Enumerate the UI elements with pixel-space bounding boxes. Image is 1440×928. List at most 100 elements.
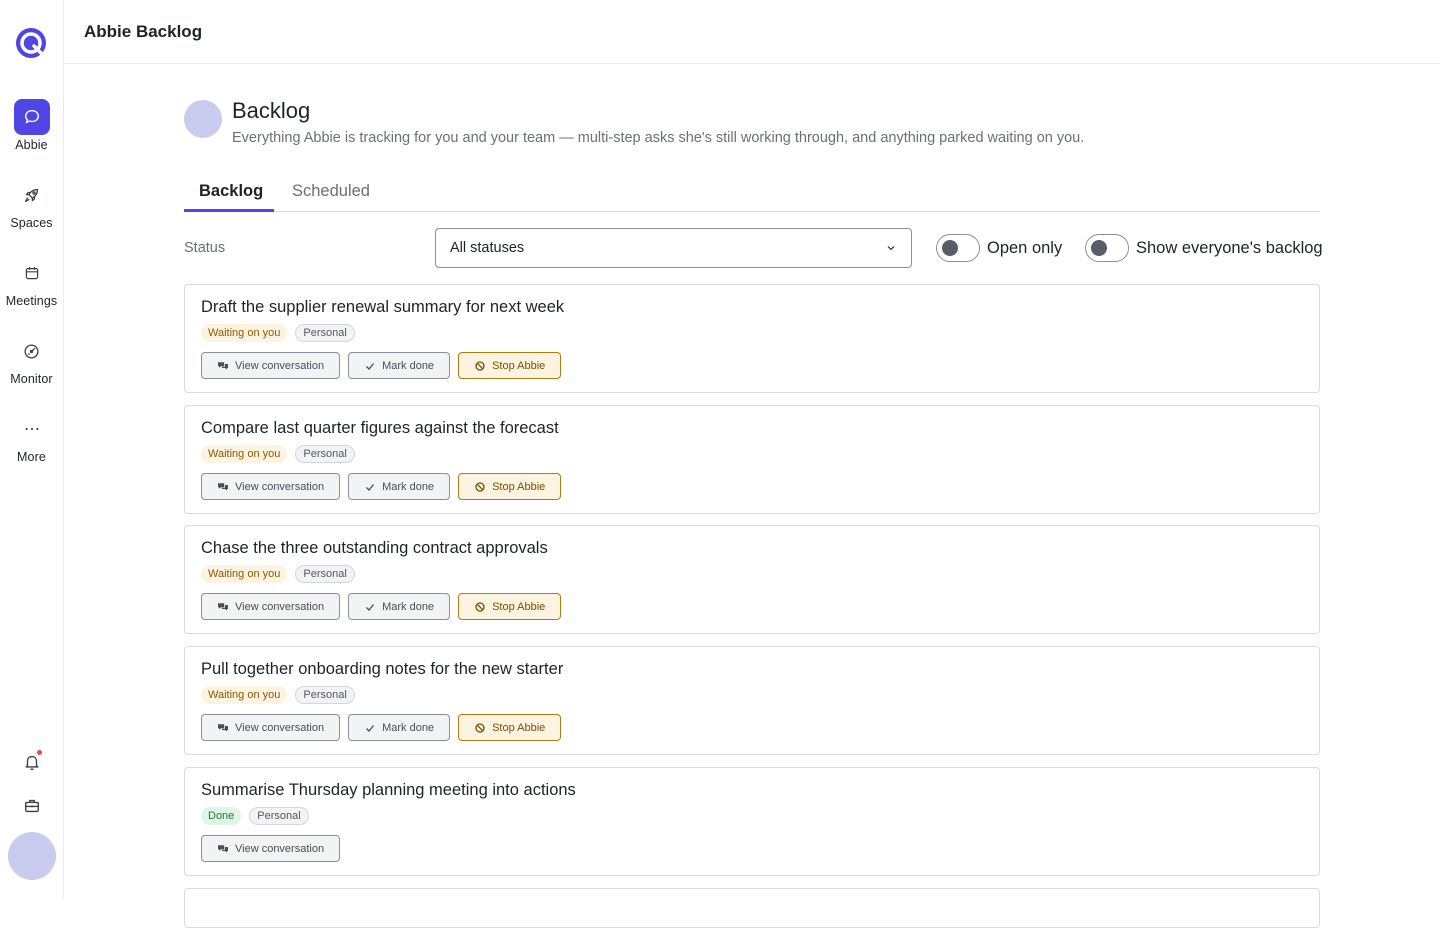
mark-done-button[interactable]: Mark done: [348, 473, 451, 500]
mark-done-button[interactable]: Mark done: [348, 352, 451, 379]
status-badge: Waiting on you: [201, 324, 288, 342]
sidebar: Abbie Spaces Meetings Monitor More: [0, 0, 64, 900]
chat-bubble-icon: [13, 99, 50, 135]
app-logo-icon[interactable]: [14, 26, 50, 62]
sidebar-item-abbie[interactable]: Abbie: [0, 99, 63, 163]
status-badge: Done: [201, 807, 242, 825]
button-label: Mark done: [382, 359, 435, 372]
tab-scheduled[interactable]: Scheduled: [292, 182, 370, 201]
view-conversation-button[interactable]: View conversation: [201, 352, 341, 379]
chat-bubbles-icon: [218, 723, 228, 731]
task-card: Summarise Thursday planning meeting into…: [184, 767, 1320, 876]
user-avatar[interactable]: [8, 832, 56, 880]
button-label: Stop Abbie: [492, 359, 546, 372]
filter-row: Status All statuses Open only Show every…: [184, 228, 1323, 268]
view-conversation-button[interactable]: View conversation: [201, 835, 341, 862]
stop-abbie-button[interactable]: Stop Abbie: [458, 714, 562, 741]
abbie-avatar: [184, 100, 222, 138]
button-label: View conversation: [235, 842, 325, 855]
task-actions: View conversation Mark done Stop Abbie: [201, 473, 562, 500]
toggle-switch[interactable]: [936, 234, 980, 262]
status-select[interactable]: All statuses: [435, 228, 912, 268]
chat-bubbles-icon: [218, 844, 228, 852]
ellipsis-icon: [14, 411, 50, 447]
scope-badge: Personal: [295, 686, 355, 704]
button-label: View conversation: [235, 480, 325, 493]
top-bar: Abbie Backlog: [64, 0, 1440, 64]
task-actions: View conversation Mark done Stop Abbie: [201, 593, 562, 620]
sidebar-item-label: More: [17, 450, 46, 464]
page-title: Backlog: [232, 98, 311, 123]
check-icon: [366, 603, 375, 611]
toggle-knob: [1091, 240, 1107, 256]
toggle-switch[interactable]: [1085, 234, 1129, 262]
show-everyone-label: Show everyone's backlog: [1136, 238, 1323, 257]
sidebar-item-meetings[interactable]: Meetings: [0, 255, 63, 319]
chat-bubbles-icon: [218, 361, 228, 369]
button-label: View conversation: [235, 721, 325, 734]
scope-badge: Personal: [295, 565, 355, 583]
task-actions: View conversation Mark done Stop Abbie: [201, 714, 562, 741]
open-only-label: Open only: [987, 238, 1063, 257]
bell-icon[interactable]: [18, 748, 46, 776]
task-card: Draft the supplier renewal summary for n…: [184, 284, 1320, 393]
button-label: View conversation: [235, 600, 325, 613]
sidebar-item-label: Meetings: [5, 294, 58, 308]
button-label: Mark done: [382, 721, 435, 734]
task-title: Summarise Thursday planning meeting into…: [201, 781, 576, 799]
notification-dot: [37, 750, 42, 755]
status-filter-label: Status: [184, 240, 226, 256]
status-badge: Waiting on you: [201, 565, 288, 583]
task-title: Pull together onboarding notes for the n…: [201, 660, 564, 678]
scope-badge: Personal: [295, 445, 355, 463]
button-label: Stop Abbie: [492, 721, 546, 734]
mark-done-button[interactable]: Mark done: [348, 714, 451, 741]
task-card: Pull together onboarding notes for the n…: [184, 646, 1320, 755]
status-badge: Waiting on you: [201, 686, 288, 704]
check-icon: [366, 483, 375, 491]
stop-icon: [475, 481, 485, 492]
task-badges: Done Personal: [201, 807, 309, 825]
task-card: [184, 888, 1320, 928]
sidebar-item-label: Monitor: [10, 372, 53, 386]
scope-badge: Personal: [249, 807, 309, 825]
check-icon: [366, 362, 375, 370]
task-card: Chase the three outstanding contract app…: [184, 525, 1320, 634]
sidebar-item-monitor[interactable]: Monitor: [0, 333, 63, 397]
task-actions: View conversation Mark done Stop Abbie: [201, 352, 562, 379]
active-tab-indicator: [184, 209, 274, 212]
task-title: Draft the supplier renewal summary for n…: [201, 298, 565, 316]
sidebar-item-label: Abbie: [15, 138, 48, 152]
stop-icon: [475, 360, 485, 371]
sidebar-item-more[interactable]: More: [0, 411, 63, 475]
task-actions: View conversation: [201, 835, 341, 862]
page-header: Backlog Everything Abbie is tracking for…: [184, 98, 1320, 148]
show-everyone-toggle[interactable]: Show everyone's backlog: [1085, 234, 1323, 262]
button-label: Mark done: [382, 600, 435, 613]
stop-abbie-button[interactable]: Stop Abbie: [458, 593, 562, 620]
view-conversation-button[interactable]: View conversation: [201, 593, 341, 620]
task-badges: Waiting on you Personal: [201, 445, 355, 463]
status-badge: Waiting on you: [201, 445, 288, 463]
task-title: Chase the three outstanding contract app…: [201, 539, 548, 557]
rocket-icon: [14, 177, 50, 213]
tab-backlog[interactable]: Backlog: [199, 182, 263, 201]
check-icon: [366, 724, 375, 732]
open-only-toggle[interactable]: Open only: [936, 234, 1062, 262]
button-label: View conversation: [235, 359, 325, 372]
sidebar-item-label: Spaces: [10, 216, 53, 230]
stop-abbie-button[interactable]: Stop Abbie: [458, 473, 562, 500]
window-title: Abbie Backlog: [84, 21, 203, 41]
scope-badge: Personal: [295, 324, 355, 342]
view-conversation-button[interactable]: View conversation: [201, 473, 341, 500]
chevron-down-icon: [887, 246, 895, 251]
gauge-icon: [14, 333, 50, 369]
briefcase-icon[interactable]: [18, 792, 46, 820]
task-badges: Waiting on you Personal: [201, 686, 355, 704]
view-conversation-button[interactable]: View conversation: [201, 714, 341, 741]
status-select-value: All statuses: [450, 240, 525, 256]
button-label: Mark done: [382, 480, 435, 493]
sidebar-item-spaces[interactable]: Spaces: [0, 177, 63, 241]
mark-done-button[interactable]: Mark done: [348, 593, 451, 620]
stop-abbie-button[interactable]: Stop Abbie: [458, 352, 562, 379]
